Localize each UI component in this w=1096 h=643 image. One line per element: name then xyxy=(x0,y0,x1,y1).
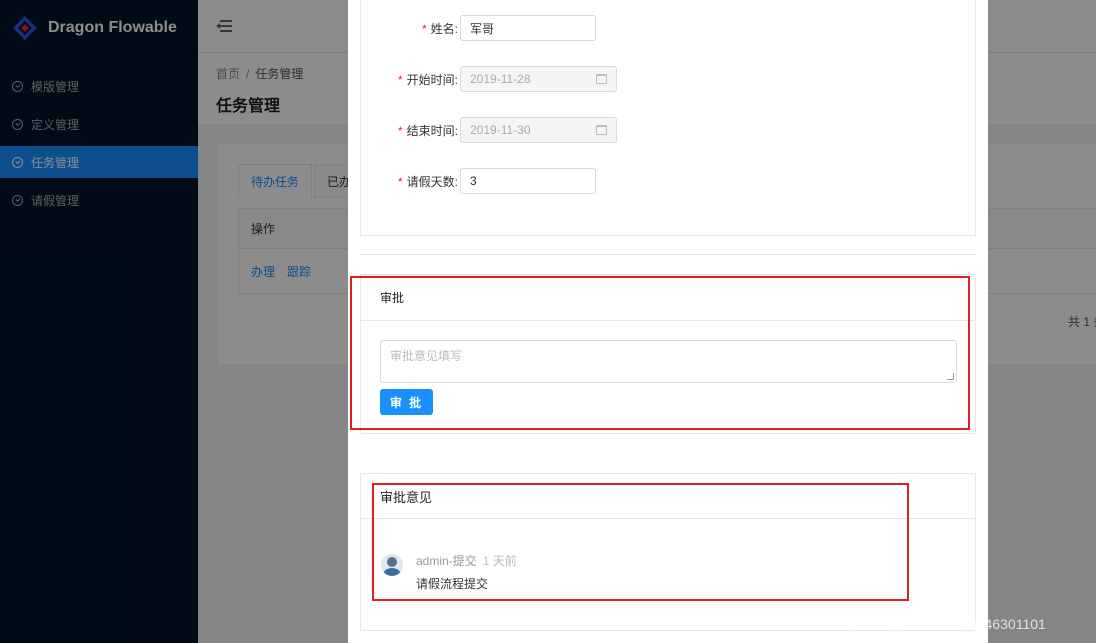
leave-form: * 姓名: 军哥 * 开始时间: 2019-11-28 * 结束时间: 2019-11… xyxy=(360,0,976,236)
required-mark: * xyxy=(421,21,427,36)
annotation-box-comments xyxy=(372,483,909,601)
start-time-label: * 开始时间: xyxy=(397,72,458,87)
divider xyxy=(360,254,976,255)
required-mark: * xyxy=(397,123,403,138)
start-date-picker: 2019-11-28 xyxy=(460,66,617,92)
end-date-picker: 2019-11-30 xyxy=(460,117,617,143)
form-row-start: * 开始时间: 2019-11-28 xyxy=(361,66,617,92)
name-input[interactable]: 军哥 xyxy=(460,15,596,41)
form-row-days: * 请假天数: 3 xyxy=(361,168,596,194)
start-date-value: 2019-11-28 xyxy=(470,72,531,86)
form-row-name: * 姓名: 军哥 xyxy=(361,15,596,41)
end-date-value: 2019-11-30 xyxy=(470,123,531,137)
days-label: * 请假天数: xyxy=(397,174,458,189)
annotation-box-approve xyxy=(350,276,970,430)
watermark: https://blog.csdn.net/qq_46301101 xyxy=(832,616,1046,632)
required-mark: * xyxy=(397,72,403,87)
end-time-label: * 结束时间: xyxy=(397,123,458,138)
required-mark: * xyxy=(397,174,403,189)
calendar-icon xyxy=(596,74,607,84)
calendar-icon xyxy=(596,125,607,135)
days-input[interactable]: 3 xyxy=(460,168,596,194)
form-row-end: * 结束时间: 2019-11-30 xyxy=(361,117,617,143)
name-label: * 姓名: xyxy=(421,21,458,36)
